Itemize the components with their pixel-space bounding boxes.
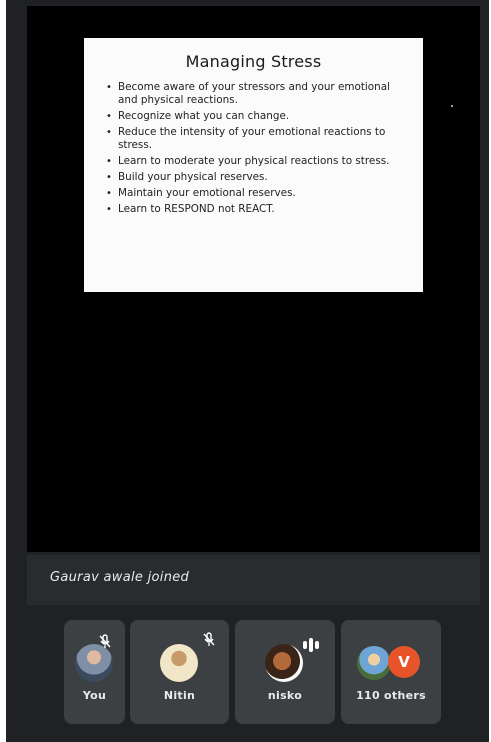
participant-name: nisko [267, 689, 303, 702]
speaking-indicator-icon [303, 634, 321, 653]
participant-tile-nisko[interactable]: nisko [235, 620, 335, 724]
slide-bullet: Become aware of your stressors and your … [106, 81, 403, 107]
participant-tile-others[interactable]: V 110 others [341, 620, 441, 724]
avatar-initial: V [388, 646, 420, 678]
presentation-stage[interactable]: Managing Stress Become aware of your str… [27, 6, 480, 552]
slide-title: Managing Stress [185, 52, 322, 71]
participant-name: You [82, 689, 107, 702]
avatar [357, 646, 391, 680]
slide-bullet: Recognize what you can change. [106, 110, 403, 123]
mic-off-icon [99, 634, 111, 648]
cursor-dot [451, 105, 453, 107]
slide-bullet: Reduce the intensity of your emotional r… [106, 126, 403, 152]
slide-bullet: Learn to RESPOND not REACT. [106, 203, 403, 216]
participant-tile-nitin[interactable]: Nitin [130, 620, 229, 724]
participant-strip: You Nitin nisko V 110 others [0, 617, 491, 727]
participant-name: 110 others [356, 689, 426, 702]
slide-bullet: Learn to moderate your physical reaction… [106, 155, 403, 168]
join-notification: Gaurav awale joined [27, 555, 480, 605]
slide-bullets: Become aware of your stressors and your … [106, 81, 403, 216]
slide-bullet: Build your physical reserves. [106, 171, 403, 184]
avatar [265, 644, 303, 682]
mic-off-icon [203, 632, 215, 646]
slide-bullet: Maintain your emotional reserves. [106, 187, 403, 200]
notification-text: Gaurav awale joined [50, 570, 190, 585]
participant-name: Nitin [163, 689, 196, 702]
participant-tile-you[interactable]: You [64, 620, 125, 724]
avatar [160, 644, 198, 682]
shared-slide: Managing Stress Become aware of your str… [84, 38, 423, 292]
